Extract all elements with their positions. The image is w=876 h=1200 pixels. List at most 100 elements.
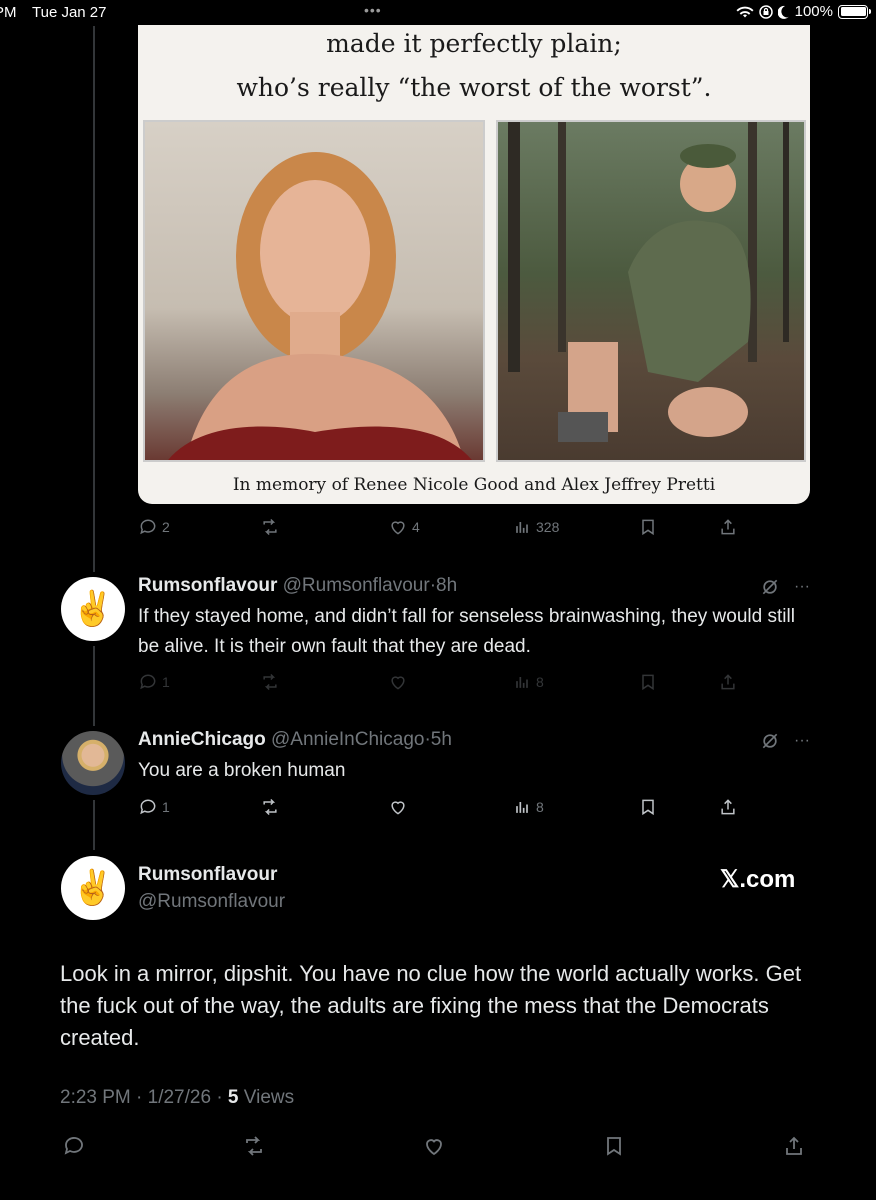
reply-text: If they stayed home, and didn’t fall for… [138, 606, 795, 657]
heart-icon [391, 676, 405, 690]
post-timestamp[interactable]: 2:23 PM · 1/27/26 · [60, 1087, 228, 1108]
analytics-icon [516, 802, 528, 813]
repost-button[interactable] [260, 517, 280, 537]
repost-icon [246, 1136, 262, 1156]
grok-icon[interactable] [760, 731, 780, 751]
post-time[interactable]: 8h [436, 575, 457, 596]
share-button[interactable] [782, 1134, 806, 1158]
multitasking-dots-icon[interactable]: ••• [364, 2, 382, 18]
reply-icon [140, 519, 156, 535]
user-handle[interactable]: @Rumsonflavour [283, 575, 430, 596]
view-count: 8 [536, 799, 544, 815]
reply-icon [64, 1137, 83, 1155]
status-date: Tue Jan 27 [32, 4, 107, 21]
wifi-icon [736, 6, 754, 17]
reply-actions: 1 8 [138, 797, 748, 821]
display-name[interactable]: AnnieChicago [138, 729, 266, 750]
share-icon [721, 799, 735, 815]
view-count: 8 [536, 674, 544, 690]
main-tweet-text: Look in a mirror, dipshit. You have no c… [60, 961, 802, 1050]
peace-hand-icon: ✌ [71, 869, 115, 907]
views-button[interactable]: 8 [512, 797, 544, 817]
reply-options: ··· [760, 731, 810, 751]
views-label: Views [238, 1087, 295, 1108]
post-time[interactable]: 5h [431, 729, 452, 750]
bookmark-button[interactable] [602, 1134, 626, 1158]
reply-actions: 1 8 [138, 672, 748, 696]
reply-count: 1 [162, 799, 170, 815]
tweet-media-image[interactable]: made it perfectly plain; who’s really “t… [138, 25, 810, 504]
main-tweet-actions [0, 1134, 876, 1160]
status-bar: PM Tue Jan 27 ••• 100% [0, 0, 876, 26]
share-button[interactable] [718, 797, 738, 817]
bookmark-icon [642, 799, 654, 816]
bookmark-button[interactable] [638, 517, 658, 537]
reply-icon [140, 799, 156, 815]
views-button[interactable]: 8 [512, 672, 544, 692]
reply-count: 2 [162, 519, 170, 535]
thread-line [93, 26, 95, 572]
reply-button[interactable]: 2 [138, 517, 170, 537]
reply-button[interactable]: 1 [138, 797, 170, 817]
repost-button[interactable] [260, 797, 280, 817]
analytics-icon [516, 677, 528, 688]
media-caption-line2: who’s really “the worst of the worst”. [236, 73, 712, 102]
peace-hand-icon: ✌ [71, 590, 115, 628]
reply-header: Rumsonflavour @Rumsonflavour·8h [138, 575, 457, 597]
more-options-icon[interactable]: ··· [794, 578, 810, 596]
share-button[interactable] [718, 517, 738, 537]
share-icon [786, 1136, 802, 1155]
reply-button[interactable]: 1 [138, 672, 170, 692]
avatar[interactable]: ✌ [61, 577, 125, 641]
bookmark-icon [642, 519, 654, 536]
media-caption-memorial: In memory of Renee Nicole Good and Alex … [232, 475, 716, 495]
repost-button[interactable] [260, 672, 280, 692]
share-button[interactable] [718, 672, 738, 692]
share-icon [721, 674, 735, 690]
bookmark-button[interactable] [638, 672, 658, 692]
reply-options: ··· [760, 577, 810, 597]
thread-line [93, 800, 95, 850]
avatar[interactable] [61, 731, 125, 795]
avatar[interactable]: ✌ [61, 856, 125, 920]
like-button[interactable]: 4 [388, 517, 420, 537]
like-button[interactable] [388, 797, 408, 817]
display-name[interactable]: Rumsonflavour [138, 575, 277, 596]
bookmark-button[interactable] [638, 797, 658, 817]
media-caption-line1: made it perfectly plain; [326, 29, 622, 58]
user-handle[interactable]: @AnnieInChicago [271, 729, 424, 750]
status-time: PM [0, 4, 17, 21]
x-com-logo: 𝕏.com [720, 866, 796, 893]
reply-button[interactable] [62, 1134, 86, 1158]
media-tweet-actions: 2 4 328 [138, 517, 748, 541]
grok-icon[interactable] [760, 577, 780, 597]
thread-line [93, 646, 95, 726]
analytics-icon [516, 522, 528, 533]
battery-percent: 100% [794, 3, 833, 20]
share-icon [721, 519, 735, 535]
heart-icon [426, 1139, 442, 1156]
view-count: 5 [227, 1087, 239, 1108]
status-right: 100% [736, 3, 871, 20]
page: { "status_bar": {"time": "PM", "date": "… [0, 0, 876, 1200]
heart-icon [391, 801, 405, 815]
bookmark-icon [607, 1137, 621, 1156]
memorial-photo-woman [143, 120, 485, 462]
bookmark-icon [642, 674, 654, 691]
repost-button[interactable] [242, 1134, 266, 1158]
like-button[interactable] [422, 1134, 446, 1158]
screen-lock-icon [758, 4, 773, 19]
more-options-icon[interactable]: ··· [794, 732, 810, 750]
like-count: 4 [412, 519, 420, 535]
user-handle[interactable]: @Rumsonflavour [138, 891, 285, 913]
main-tweet-meta: 2:23 PM · 1/27/26 · 5 Views [60, 1087, 294, 1109]
repost-icon [263, 798, 277, 816]
views-button[interactable]: 328 [512, 517, 559, 537]
moon-icon [777, 5, 789, 19]
repost-icon [263, 673, 277, 691]
like-button[interactable] [388, 672, 408, 692]
repost-icon [263, 518, 277, 536]
reply-count: 1 [162, 674, 170, 690]
display-name[interactable]: Rumsonflavour [138, 864, 277, 886]
heart-icon [391, 521, 405, 535]
